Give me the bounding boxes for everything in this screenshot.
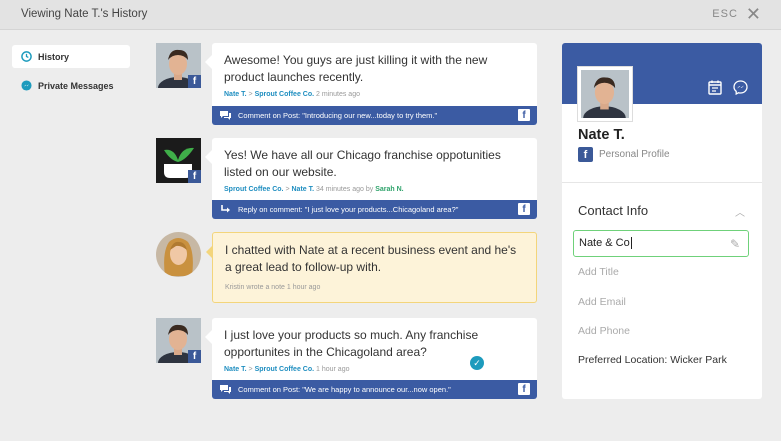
action-text: Comment on Post: "We are happy to announ…: [238, 385, 451, 394]
action-text: Comment on Post: "Introducing our new...…: [238, 111, 438, 120]
checkmark-icon[interactable]: ✓: [470, 356, 484, 370]
comment-icon: [220, 385, 231, 394]
sidebar-item-private-messages[interactable]: Private Messages: [12, 74, 130, 97]
avatar-kristin: [156, 232, 201, 277]
target-link[interactable]: Sprout Coffee Co.: [255, 366, 315, 373]
author-link[interactable]: Nate T.: [224, 91, 247, 98]
avatar-sprout: f: [156, 138, 201, 183]
facebook-icon: f: [188, 75, 201, 88]
sidebar-item-label: History: [38, 51, 70, 62]
banner-actions: [708, 80, 748, 95]
target-link[interactable]: Nate T.: [292, 186, 315, 193]
facebook-icon: f: [518, 109, 530, 121]
text-cursor: [630, 237, 632, 249]
divider: [562, 182, 762, 183]
action-text: Reply on comment: "I just love your prod…: [238, 205, 459, 214]
meta-separator: >: [248, 91, 253, 98]
phone-field[interactable]: Add Phone: [578, 325, 630, 337]
sidebar-item-label: Private Messages: [38, 80, 114, 91]
card-message: Awesome! You guys are just killing it wi…: [224, 53, 488, 84]
pencil-icon[interactable]: ✎: [730, 232, 740, 256]
timestamp: 1 hour ago: [316, 366, 350, 373]
feed-card: Yes! We have all our Chicago franchise o…: [205, 138, 537, 219]
card-message: I just love your products so much. Any f…: [224, 328, 479, 359]
title-field[interactable]: Add Title: [578, 266, 619, 278]
avatar-nate: f: [156, 43, 201, 88]
card-meta: Nate T. > Sprout Coffee Co. 2 minutes ag…: [212, 85, 537, 98]
facebook-icon: f: [518, 203, 530, 215]
timestamp: 2 minutes ago: [316, 91, 360, 98]
preferred-location-label: Preferred Location:: [578, 354, 668, 366]
preferred-location[interactable]: Preferred Location: Wicker Park: [578, 354, 727, 366]
calendar-icon[interactable]: [708, 80, 722, 95]
sidebar: History Private Messages: [12, 45, 130, 103]
meta-separator: >: [285, 186, 290, 193]
by-label: by: [365, 186, 374, 193]
timestamp: 34 minutes ago: [316, 186, 364, 193]
author-link[interactable]: Sprout Coffee Co.: [224, 186, 284, 193]
card-action-bar[interactable]: Reply on comment: "I just love your prod…: [212, 200, 537, 219]
target-link[interactable]: Sprout Coffee Co.: [255, 91, 315, 98]
card-action-bar[interactable]: Comment on Post: "Introducing our new...…: [212, 106, 537, 125]
comment-icon: [220, 111, 231, 120]
avatar-nate: f: [156, 318, 201, 363]
email-field[interactable]: Add Email: [578, 296, 626, 308]
close-icon[interactable]: ✕: [746, 5, 761, 23]
clock-icon: [21, 51, 32, 62]
note-meta: Kristin wrote a note 1 hour ago: [225, 284, 321, 291]
close-button[interactable]: ESC ✕: [712, 5, 761, 23]
person-photo: [581, 70, 629, 118]
sidebar-item-history[interactable]: History: [12, 45, 130, 68]
feed-card: I just love your products so much. Any f…: [205, 318, 537, 399]
esc-label: ESC: [712, 8, 738, 20]
facebook-icon: f: [578, 147, 593, 162]
author-link[interactable]: Nate T.: [224, 366, 247, 373]
profile-type: f Personal Profile: [578, 147, 670, 162]
note-card: I chatted with Nate at a recent business…: [206, 232, 537, 303]
company-value: Nate & Co: [579, 237, 630, 249]
profile-type-label: Personal Profile: [599, 149, 670, 160]
profile-name: Nate T.: [578, 127, 625, 143]
preferred-location-value: Wicker Park: [670, 354, 727, 366]
facebook-icon: f: [518, 383, 530, 395]
facebook-icon: f: [188, 170, 201, 183]
top-bar: Viewing Nate T.'s History ESC ✕: [0, 0, 781, 30]
messenger-icon: [21, 80, 32, 91]
card-message: Yes! We have all our Chicago franchise o…: [224, 148, 501, 179]
chevron-up-icon[interactable]: ︿: [735, 204, 745, 219]
feed-card: Awesome! You guys are just killing it wi…: [205, 43, 537, 125]
responder-link[interactable]: Sarah N.: [375, 186, 403, 193]
note-message: I chatted with Nate at a recent business…: [225, 243, 517, 274]
person-photo: [156, 232, 201, 277]
card-action-bar[interactable]: Comment on Post: "We are happy to announ…: [212, 380, 537, 399]
card-meta: Nate T. > Sprout Coffee Co. 1 hour ago: [212, 360, 537, 373]
page-title: Viewing Nate T.'s History: [21, 8, 148, 20]
meta-separator: >: [248, 366, 253, 373]
company-field[interactable]: Nate & Co ✎: [573, 230, 749, 257]
messenger-icon[interactable]: [733, 80, 748, 95]
card-meta: Sprout Coffee Co. > Nate T. 34 minutes a…: [212, 180, 537, 193]
reply-arrow-icon: [221, 205, 230, 213]
profile-avatar: [577, 66, 633, 122]
facebook-icon: f: [188, 350, 201, 363]
contact-info-title: Contact Info: [578, 203, 649, 218]
profile-panel: Nate T. f Personal Profile Contact Info …: [562, 43, 762, 399]
